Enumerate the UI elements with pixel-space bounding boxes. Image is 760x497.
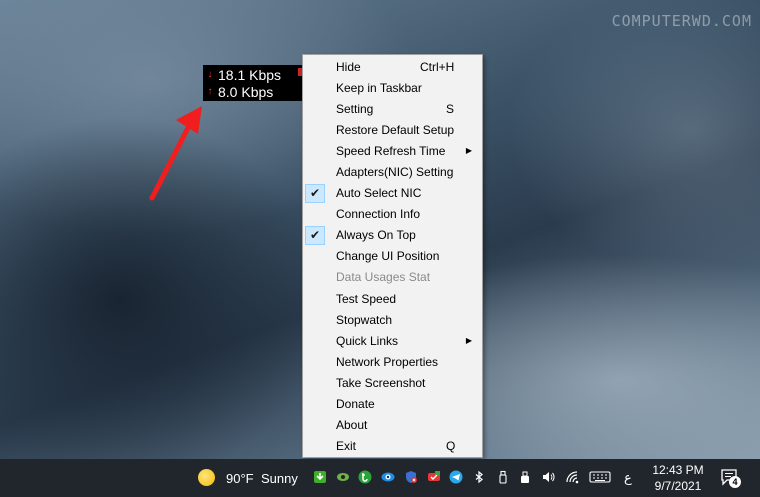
submenu-arrow-icon: ▶: [465, 336, 472, 346]
clock-date: 9/7/2021: [654, 479, 702, 493]
menu-item-always-on-top[interactable]: ✔ Always On Top: [303, 225, 482, 246]
eye-icon[interactable]: [336, 470, 350, 484]
menu-item-data-usages-stat: Data Usages Stat: [303, 267, 482, 288]
taskbar: 90°F Sunny ع 12:43 PM 9/7/2021 4: [0, 459, 760, 497]
menu-item-label: Data Usages Stat: [336, 270, 431, 285]
menu-shortcut: S: [446, 101, 455, 116]
menu-item-label: Take Screenshot: [336, 375, 426, 390]
keyboard-icon[interactable]: [589, 470, 611, 484]
shield-update-icon[interactable]: [313, 470, 327, 484]
menu-item-quick-links[interactable]: Quick Links ▶: [303, 330, 482, 351]
menu-item-adapters-nic-setting[interactable]: Adapters(NIC) Setting: [303, 161, 482, 182]
menu-item-restore-default-setup[interactable]: Restore Default Setup: [303, 119, 482, 140]
menu-item-take-screenshot[interactable]: Take Screenshot: [303, 372, 482, 393]
context-menu: Hide Ctrl+H Keep in Taskbar Setting S Restore…: [302, 54, 483, 458]
notification-count-badge: 4: [729, 476, 741, 488]
menu-item-about[interactable]: About: [303, 415, 482, 436]
menu-item-label: Exit: [336, 439, 357, 454]
menu-item-donate[interactable]: Donate: [303, 394, 482, 415]
download-speed: 18.1 Kbps: [218, 66, 282, 83]
menu-item-label: About: [336, 418, 368, 433]
upload-arrow-icon: ↑: [207, 86, 213, 97]
menu-item-label: Connection Info: [336, 207, 421, 222]
menu-item-exit[interactable]: Exit Q: [303, 436, 482, 457]
menu-item-label: Keep in Taskbar: [336, 80, 422, 95]
bluetooth-icon[interactable]: [472, 470, 486, 484]
watermark: COMPUTERWD.COM: [611, 12, 752, 30]
menu-item-label: Restore Default Setup: [336, 122, 455, 137]
menu-item-label: Setting: [336, 101, 374, 116]
clock[interactable]: 12:43 PM 9/7/2021: [648, 462, 708, 494]
menu-item-label: Donate: [336, 397, 375, 412]
menu-item-keep-in-taskbar[interactable]: Keep in Taskbar: [303, 77, 482, 98]
menu-item-label: Stopwatch: [336, 312, 393, 327]
menu-item-label: Adapters(NIC) Setting: [336, 165, 454, 180]
menu-shortcut: Ctrl+H: [420, 59, 455, 74]
download-arrow-icon: ↓: [207, 69, 213, 80]
clock-time: 12:43 PM: [652, 463, 704, 477]
upload-speed-row: ↑ 8.0 Kbps: [206, 83, 303, 100]
menu-item-label: Quick Links: [336, 333, 399, 348]
sun-icon[interactable]: [198, 469, 215, 486]
torrent-icon[interactable]: [358, 470, 372, 484]
antivirus-icon[interactable]: [404, 470, 418, 484]
menu-item-connection-info[interactable]: Connection Info: [303, 204, 482, 225]
menu-item-label: Always On Top: [336, 228, 416, 243]
checkmark-icon: ✔: [305, 183, 325, 203]
checkmark-icon: ✔: [305, 225, 325, 245]
download-speed-row: ↓ 18.1 Kbps: [206, 66, 303, 83]
menu-item-setting[interactable]: Setting S: [303, 98, 482, 119]
menu-item-label: Network Properties: [336, 354, 439, 369]
weather-temperature[interactable]: 90°F: [226, 471, 254, 486]
annotation-arrow-icon: [149, 106, 202, 201]
menu-shortcut: Q: [446, 439, 456, 454]
menu-item-label: Change UI Position: [336, 249, 440, 264]
weather-condition[interactable]: Sunny: [261, 471, 298, 486]
menu-item-label: Hide: [336, 59, 361, 74]
menu-item-hide[interactable]: Hide Ctrl+H: [303, 56, 482, 77]
menu-item-change-ui-position[interactable]: Change UI Position: [303, 246, 482, 267]
wifi-icon[interactable]: [565, 470, 579, 484]
volume-icon[interactable]: [541, 470, 555, 484]
menu-item-stopwatch[interactable]: Stopwatch: [303, 309, 482, 330]
telegram-icon[interactable]: [449, 470, 463, 484]
net-speed-widget[interactable]: ↓ 18.1 Kbps ↑ 8.0 Kbps: [203, 65, 303, 101]
vpn-icon[interactable]: [427, 470, 441, 484]
input-language[interactable]: ع: [624, 470, 632, 486]
upload-speed: 8.0 Kbps: [218, 83, 274, 100]
menu-item-speed-refresh-time[interactable]: Speed Refresh Time ▶: [303, 140, 482, 161]
eye-care-icon[interactable]: [381, 470, 395, 484]
menu-item-auto-select-nic[interactable]: ✔ Auto Select NIC: [303, 183, 482, 204]
menu-item-test-speed[interactable]: Test Speed: [303, 288, 482, 309]
menu-item-label: Test Speed: [336, 291, 397, 306]
menu-item-network-properties[interactable]: Network Properties: [303, 351, 482, 372]
usb-icon[interactable]: [496, 470, 510, 484]
menu-item-label: Auto Select NIC: [336, 186, 422, 201]
menu-item-label: Speed Refresh Time: [336, 143, 446, 158]
submenu-arrow-icon: ▶: [465, 146, 472, 156]
usb-drive-icon[interactable]: [518, 470, 532, 484]
